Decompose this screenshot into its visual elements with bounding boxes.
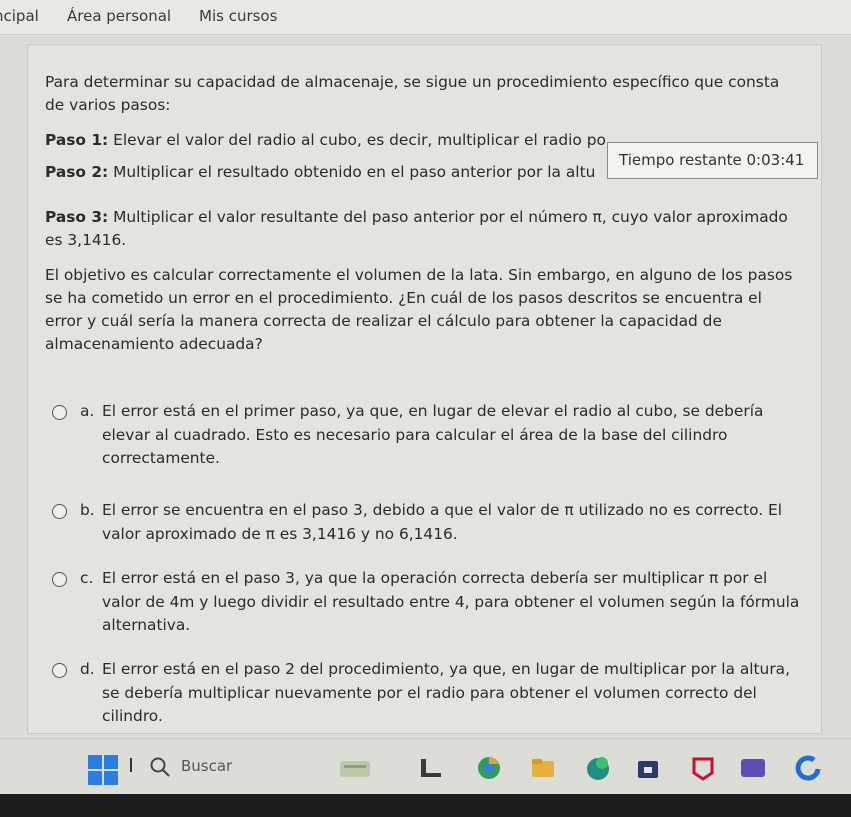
windows-start-icon[interactable] (88, 755, 118, 785)
text-cursor (130, 758, 132, 772)
radio-button-a[interactable] (52, 405, 67, 420)
app-icon[interactable] (740, 755, 766, 781)
search-placeholder: Buscar (181, 757, 233, 775)
step-1-text: Elevar el valor del radio al cubo, es de… (108, 131, 606, 149)
mcafee-icon[interactable] (690, 755, 716, 781)
taskbar-search[interactable]: Buscar (126, 753, 326, 783)
edge-icon[interactable] (585, 755, 611, 781)
question-intro: Para determinar su capacidad de almacena… (45, 73, 780, 114)
nav-item-my-courses[interactable]: Mis cursos (199, 7, 277, 25)
chrome-icon[interactable] (476, 755, 502, 781)
file-explorer-icon[interactable] (418, 755, 444, 781)
edge-browser-icon[interactable] (795, 755, 821, 781)
option-letter-a: a. (80, 402, 95, 420)
radio-button-c[interactable] (52, 572, 67, 587)
step-2-text: Multiplicar el resultado obtenido en el … (108, 163, 596, 181)
weather-widget-icon[interactable] (338, 755, 372, 781)
option-letter-b: b. (80, 501, 95, 519)
taskbar: Buscar (0, 738, 851, 795)
time-remaining-box: Tiempo restante 0:03:41 (607, 142, 818, 179)
radio-button-b[interactable] (52, 504, 67, 519)
screen-bezel (0, 794, 851, 817)
step-1-label: Paso 1: (45, 131, 109, 149)
option-text-c[interactable]: El error está en el paso 3, ya que la op… (102, 567, 801, 638)
top-navigation: ncipal Área personal Mis cursos (0, 0, 851, 35)
option-text-d[interactable]: El error está en el paso 2 del procedimi… (102, 658, 801, 729)
step-3: Paso 3: Multiplicar el valor resultante … (45, 206, 799, 252)
store-icon[interactable] (635, 755, 661, 781)
option-text-a[interactable]: El error está en el primer paso, ya que,… (102, 400, 801, 471)
nav-item-personal-area[interactable]: Área personal (67, 7, 171, 25)
option-text-b[interactable]: El error se encuentra en el paso 3, debi… (102, 499, 801, 546)
step-3-label: Paso 3: (45, 208, 109, 226)
step-2-label: Paso 2: (45, 163, 109, 181)
option-letter-c: c. (80, 569, 94, 587)
folder-icon[interactable] (530, 755, 556, 781)
question-prompt: El objetivo es calcular correctamente el… (45, 266, 793, 353)
radio-button-d[interactable] (52, 663, 67, 678)
step-3-text: Multiplicar el valor resultante del paso… (45, 208, 788, 249)
nav-item-home[interactable]: ncipal (0, 7, 39, 25)
option-letter-d: d. (80, 660, 95, 678)
search-icon (150, 757, 170, 777)
